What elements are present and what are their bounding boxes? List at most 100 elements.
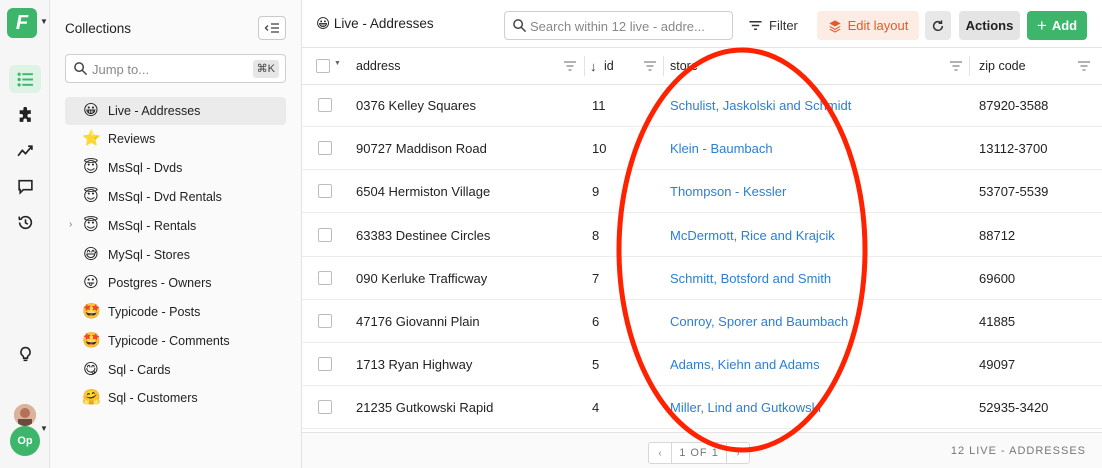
- select-all-checkbox[interactable]: [316, 59, 330, 73]
- sidebar-title: Collections: [65, 21, 132, 36]
- cell-store-link[interactable]: Thompson - Kessler: [670, 170, 786, 213]
- table-row[interactable]: 90727 Maddison Road 10 Klein - Baumbach …: [302, 127, 1102, 170]
- cell-store-link[interactable]: Miller, Lind and Gutkowski: [670, 386, 821, 429]
- filter-button[interactable]: Filter: [748, 12, 798, 38]
- actions-button[interactable]: Actions: [959, 11, 1020, 40]
- history-icon[interactable]: [9, 208, 41, 236]
- sidebar-item-reviews[interactable]: ⭐ Reviews: [65, 125, 286, 153]
- cell-zip-code: 52935-3420: [979, 400, 1049, 415]
- sidebar-item-label: Live - Addresses: [108, 104, 201, 118]
- lightbulb-icon[interactable]: [9, 340, 41, 368]
- sidebar-item-label: Sql - Cards: [108, 363, 171, 377]
- plugin-puzzle-icon[interactable]: [9, 101, 41, 129]
- column-header-zip-code[interactable]: zip code: [979, 48, 1026, 85]
- chevron-down-icon[interactable]: ▼: [334, 60, 341, 67]
- sidebar-item-live-addresses[interactable]: 😀 Live - Addresses: [65, 97, 286, 125]
- messages-icon[interactable]: [9, 172, 41, 200]
- sidebar-item-typicode-comments[interactable]: 🤩 Typicode - Comments: [65, 327, 286, 355]
- edit-layout-button[interactable]: Edit layout: [817, 11, 919, 40]
- column-filter-icon[interactable]: [1077, 60, 1091, 72]
- row-checkbox[interactable]: [318, 357, 332, 371]
- collapse-sidebar-icon: [264, 23, 279, 33]
- sidebar-item-postgres-owners[interactable]: 😛 Postgres - Owners: [65, 269, 286, 297]
- table-row[interactable]: 0376 Kelley Squares 11 Schulist, Jaskols…: [302, 84, 1102, 127]
- column-filter-icon[interactable]: [949, 60, 963, 72]
- table-row[interactable]: 63383 Destinee Circles 8 McDermott, Rice…: [302, 214, 1102, 257]
- table-row[interactable]: 47176 Giovanni Plain 6 Conroy, Sporer an…: [302, 300, 1102, 343]
- column-divider[interactable]: [663, 56, 664, 76]
- row-checkbox[interactable]: [318, 98, 332, 112]
- add-record-button[interactable]: + Add: [1027, 11, 1087, 40]
- row-checkbox[interactable]: [318, 314, 332, 328]
- cell-store-link[interactable]: Adams, Kiehn and Adams: [670, 343, 820, 386]
- layers-icon: [828, 19, 841, 33]
- row-checkbox[interactable]: [318, 184, 332, 198]
- row-checkbox[interactable]: [318, 400, 332, 414]
- collapse-sidebar-button[interactable]: [258, 16, 286, 40]
- app-logo[interactable]: F: [7, 8, 37, 38]
- table-row[interactable]: 6504 Hermiston Village 9 Thompson - Kess…: [302, 170, 1102, 213]
- cell-id: 5: [592, 357, 600, 372]
- collection-emoji-icon: 😇: [83, 188, 99, 205]
- sidebar-item-mssql-rentals[interactable]: › 😇 MsSql - Rentals: [65, 212, 286, 240]
- column-header-id[interactable]: id: [604, 48, 614, 85]
- jump-to-search[interactable]: ⌘K: [65, 54, 286, 83]
- sidebar-item-mssql-dvds[interactable]: 😇 MsSql - Dvds: [65, 154, 286, 182]
- sidebar-item-mysql-stores[interactable]: 😅 MySql - Stores: [65, 241, 286, 269]
- column-divider[interactable]: [584, 56, 585, 76]
- column-filter-icon[interactable]: [563, 60, 577, 72]
- user-photo[interactable]: [14, 404, 36, 426]
- analytics-chart-icon[interactable]: [9, 137, 41, 165]
- cell-address: 0376 Kelley Squares: [356, 98, 476, 113]
- page-indicator: 1 OF 1: [671, 443, 727, 463]
- collections-nav-icon[interactable]: [9, 65, 41, 93]
- refresh-button[interactable]: [925, 11, 951, 40]
- column-header-address[interactable]: address: [356, 48, 400, 85]
- collection-emoji-icon: 🤩: [82, 332, 101, 349]
- table-row[interactable]: 1713 Ryan Highway 5 Adams, Kiehn and Ada…: [302, 343, 1102, 386]
- collection-emoji-icon: 😋: [83, 361, 99, 378]
- cell-id: 8: [592, 228, 600, 243]
- cell-zip-code: 69600: [979, 271, 1016, 286]
- refresh-icon: [932, 19, 944, 31]
- cell-zip-code: 53707-5539: [979, 184, 1049, 199]
- collection-emoji-icon: 🤩: [82, 303, 101, 320]
- sidebar-item-label: MsSql - Dvds: [108, 161, 183, 175]
- sidebar-item-sql-cards[interactable]: 😋 Sql - Cards: [65, 356, 286, 384]
- cell-store-link[interactable]: Schulist, Jaskolski and Schmidt: [670, 84, 851, 127]
- next-page-button[interactable]: ›: [727, 443, 749, 463]
- table-row[interactable]: 090 Kerluke Trafficway 7 Schmitt, Botsfo…: [302, 257, 1102, 300]
- table-row[interactable]: 21235 Gutkowski Rapid 4 Miller, Lind and…: [302, 386, 1102, 429]
- cell-store-link[interactable]: Conroy, Sporer and Baumbach: [670, 300, 848, 343]
- previous-page-button[interactable]: ‹: [649, 443, 671, 463]
- cell-store-link[interactable]: Schmitt, Botsford and Smith: [670, 257, 831, 300]
- chevron-down-icon[interactable]: ▼: [40, 17, 48, 26]
- cell-id: 7: [592, 271, 600, 286]
- column-filter-icon[interactable]: [643, 60, 657, 72]
- row-checkbox[interactable]: [318, 141, 332, 155]
- cell-store-link[interactable]: McDermott, Rice and Krajcik: [670, 214, 835, 257]
- cell-address: 21235 Gutkowski Rapid: [356, 400, 494, 415]
- column-divider[interactable]: [969, 56, 970, 76]
- sidebar-item-typicode-posts[interactable]: 🤩 Typicode - Posts: [65, 298, 286, 326]
- avatar[interactable]: Op: [10, 426, 40, 456]
- sort-desc-icon[interactable]: ↓: [590, 59, 597, 74]
- chevron-right-icon[interactable]: ›: [69, 219, 72, 230]
- cell-zip-code: 87920-3588: [979, 98, 1049, 113]
- search-input[interactable]: [530, 16, 726, 36]
- jump-to-input[interactable]: [92, 59, 242, 79]
- row-checkbox[interactable]: [318, 228, 332, 242]
- sidebar-item-sql-customers[interactable]: 🤗 Sql - Customers: [65, 384, 286, 412]
- column-header-store[interactable]: store: [670, 48, 698, 85]
- search-icon: [74, 62, 88, 76]
- sidebar-item-mssql-dvd-rentals[interactable]: 😇 MsSql - Dvd Rentals: [65, 183, 286, 211]
- collection-emoji-icon: 😇: [83, 217, 99, 234]
- cell-zip-code: 49097: [979, 357, 1016, 372]
- search-box[interactable]: [504, 11, 733, 40]
- row-checkbox[interactable]: [318, 271, 332, 285]
- cell-store-link[interactable]: Klein - Baumbach: [670, 127, 773, 170]
- record-count: 12 LIVE - ADDRESSES: [950, 445, 1086, 457]
- cell-id: 9: [592, 184, 600, 199]
- chevron-down-icon[interactable]: ▼: [40, 424, 48, 433]
- collection-emoji-icon: 😀: [83, 102, 99, 119]
